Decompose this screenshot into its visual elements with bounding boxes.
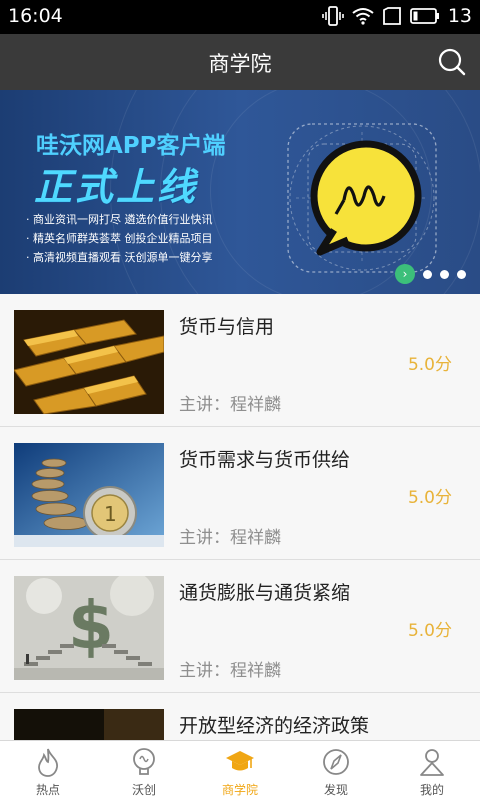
search-icon[interactable]: [436, 47, 466, 77]
compass-icon: [323, 749, 349, 775]
tab-label: 热点: [35, 783, 60, 797]
carousel-dot[interactable]: [423, 269, 432, 279]
tab-label: 发现: [323, 783, 348, 797]
tab-discover[interactable]: 发现: [288, 741, 384, 801]
banner-headline: 正式上线: [34, 165, 199, 209]
carousel-dot-active[interactable]: ›: [395, 264, 415, 284]
course-thumbnail-coins: 1: [14, 443, 164, 547]
course-title: 货币与信用: [179, 316, 275, 338]
status-bar: 16:04 13: [0, 0, 480, 34]
lightbulb-logo-icon: [287, 123, 437, 273]
tab-wochuang[interactable]: 沃创: [96, 741, 192, 801]
banner-title: 哇沃网APP客户端: [36, 133, 226, 159]
course-title: 通货膨胀与通货紧缩: [179, 582, 351, 604]
course-thumbnail-gold-bars: [14, 310, 164, 414]
promo-banner[interactable]: 哇沃网APP客户端 正式上线 商业资讯一网打尽 遴选价值行业快讯 精英名师群英荟…: [0, 90, 480, 294]
person-icon: [420, 749, 444, 776]
course-lecturer: 主讲：程祥麟: [179, 528, 281, 548]
graduation-cap-icon: [226, 751, 254, 771]
tab-label: 我的: [419, 783, 444, 797]
vibrate-icon: [322, 6, 344, 26]
sim-card-icon: [382, 7, 401, 25]
battery-level: 13: [447, 5, 472, 27]
tab-mine[interactable]: 我的: [384, 741, 480, 801]
course-thumbnail-dollar-stairs: $: [14, 576, 164, 680]
tab-business-school[interactable]: 商学院: [192, 741, 288, 801]
course-title: 货币需求与货币供给: [179, 449, 351, 471]
battery-icon: [409, 8, 439, 24]
course-score: 5.0分: [407, 621, 452, 641]
tab-hot[interactable]: 热点: [0, 741, 96, 801]
tab-label: 沃创: [131, 783, 156, 797]
course-list: 货币与信用 5.0分 主讲：程祥麟 1 货币需求与货币供给 5.0分 主讲：程祥…: [0, 294, 480, 740]
course-thumbnail: [14, 709, 164, 740]
page-title: 商学院: [208, 52, 272, 76]
tab-label: 商学院: [221, 783, 258, 797]
svg-text:1: 1: [104, 502, 117, 526]
bottom-tab-bar: 热点 沃创 商学院 发现 我的: [0, 740, 480, 801]
banner-feature-line: 高清视频直播观看 沃创源单一键分享: [26, 248, 213, 267]
carousel-dot[interactable]: [440, 269, 449, 279]
course-item[interactable]: 开放型经济的经济政策: [0, 693, 480, 740]
carousel-dot[interactable]: [457, 269, 466, 279]
status-time: 16:04: [8, 5, 63, 27]
course-item[interactable]: 1 货币需求与货币供给 5.0分 主讲：程祥麟: [0, 427, 480, 560]
course-lecturer: 主讲：程祥麟: [179, 395, 281, 415]
course-lecturer: 主讲：程祥麟: [179, 661, 281, 681]
course-item[interactable]: $ 通货膨胀与通货紧缩 5.0分 主讲：程祥麟: [0, 560, 480, 693]
svg-text:$: $: [68, 587, 114, 664]
banner-feature-line: 商业资讯一网打尽 遴选价值行业快讯: [26, 210, 213, 229]
lightbulb-icon: [133, 748, 155, 775]
app-header: 商学院: [0, 34, 480, 90]
banner-feature-list: 商业资讯一网打尽 遴选价值行业快讯 精英名师群英荟萃 创投企业精品项目 高清视频…: [26, 210, 213, 267]
course-item[interactable]: 货币与信用 5.0分 主讲：程祥麟: [0, 294, 480, 427]
course-title: 开放型经济的经济政策: [179, 715, 370, 737]
course-score: 5.0分: [407, 488, 452, 508]
carousel-indicators: ›: [395, 264, 466, 284]
wifi-icon: [352, 8, 374, 25]
banner-feature-line: 精英名师群英荟萃 创投企业精品项目: [26, 229, 213, 248]
course-score: 5.0分: [407, 355, 452, 375]
flame-icon: [38, 748, 58, 777]
